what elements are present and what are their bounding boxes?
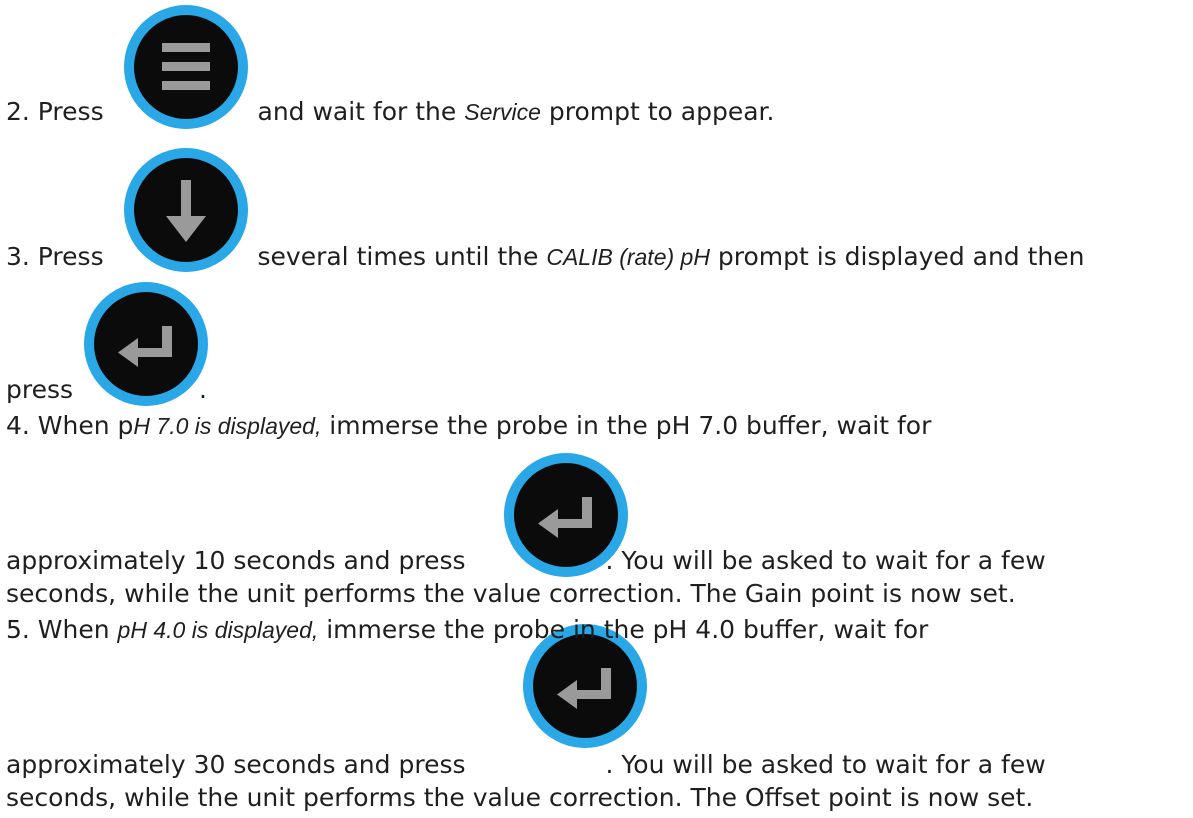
step-3-line: 3. Press several times until the CALIB (… bbox=[6, 241, 1085, 273]
step-4-text: immerse the probe in the pH 7.0 buffer, … bbox=[321, 411, 932, 440]
step-3-suffix: prompt is displayed and then bbox=[709, 242, 1085, 271]
step-2-prefix: 2. Press bbox=[6, 97, 112, 126]
step-3-period: . bbox=[198, 375, 207, 404]
step-2-emphasis: Service bbox=[464, 99, 541, 125]
step-5-text: immerse the probe in the pH 4.0 buffer, … bbox=[318, 615, 929, 644]
step-5-prefix: 5. When bbox=[6, 615, 118, 644]
step-5-text-3: . You will be asked to wait for a few bbox=[605, 750, 1046, 779]
step-2-suffix: prompt to appear. bbox=[540, 97, 775, 126]
step-4-line-3: seconds, while the unit performs the val… bbox=[6, 578, 1016, 610]
step-5-text-4: seconds, while the unit performs the val… bbox=[6, 783, 1034, 812]
step-5-line-3: seconds, while the unit performs the val… bbox=[6, 782, 1033, 814]
step-4-prefix: 4. When p bbox=[6, 411, 134, 440]
step-5-line: 5. When pH 4.0 is displayed, immerse the… bbox=[6, 614, 928, 646]
step-3-press: press bbox=[6, 375, 81, 404]
step-4-text-3: . You will be asked to wait for a few bbox=[605, 546, 1046, 575]
step-5-emphasis: pH 4.0 is displayed, bbox=[117, 617, 319, 643]
step-4-text-4: seconds, while the unit performs the val… bbox=[6, 579, 1016, 608]
step-4-line-2: approximately 10 seconds and press . You… bbox=[6, 545, 1046, 577]
step-2-line: 2. Press and wait for the Service prompt… bbox=[6, 96, 774, 128]
step-3-emphasis: CALIB (rate) pH bbox=[546, 244, 710, 270]
step-5-line-2: approximately 30 seconds and press . You… bbox=[6, 749, 1046, 781]
step-3-text: several times until the bbox=[249, 242, 547, 271]
step-4-emphasis: H 7.0 is displayed, bbox=[133, 413, 322, 439]
step-5-text-2: approximately 30 seconds and press bbox=[6, 750, 474, 779]
enter-return-icon bbox=[533, 634, 637, 738]
step-3-line-2: press . bbox=[6, 374, 207, 406]
step-2-text: and wait for the bbox=[249, 97, 465, 126]
step-4-text-2: approximately 10 seconds and press bbox=[6, 546, 474, 575]
step-3-prefix: 3. Press bbox=[6, 242, 112, 271]
step-4-line: 4. When pH 7.0 is displayed, immerse the… bbox=[6, 410, 931, 442]
